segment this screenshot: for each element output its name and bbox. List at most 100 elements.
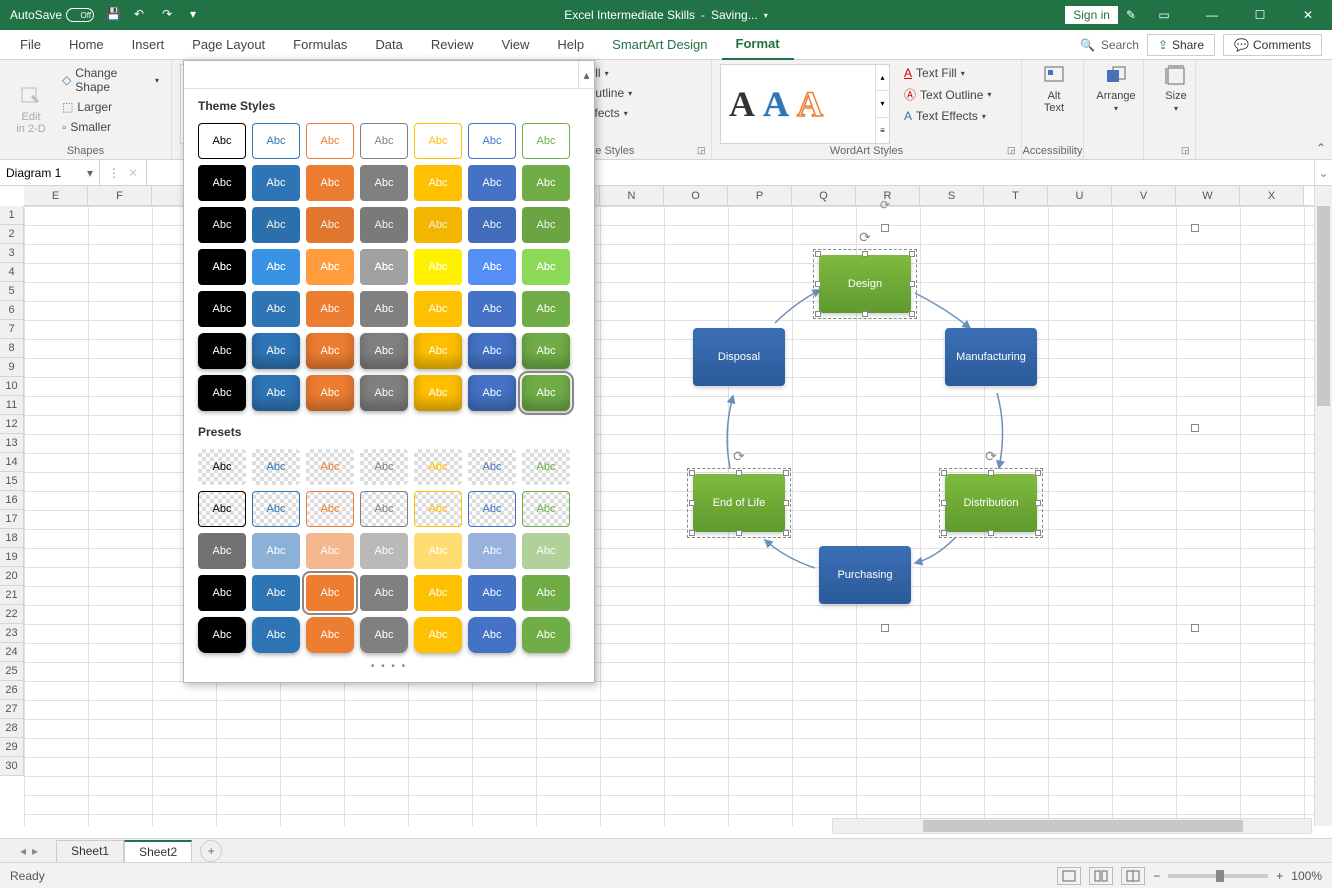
theme-style-swatch[interactable]: Abc: [522, 333, 570, 369]
preset-style-swatch[interactable]: Abc: [360, 617, 408, 653]
theme-style-swatch[interactable]: Abc: [198, 333, 246, 369]
save-icon[interactable]: 💾: [106, 7, 122, 23]
row-header[interactable]: 2: [0, 225, 24, 244]
zoom-out-button[interactable]: −: [1153, 869, 1160, 883]
zoom-in-button[interactable]: +: [1276, 869, 1283, 883]
theme-style-swatch[interactable]: Abc: [198, 375, 246, 411]
row-header[interactable]: 16: [0, 491, 24, 510]
theme-style-swatch[interactable]: Abc: [414, 207, 462, 243]
resize-handle[interactable]: [881, 224, 889, 232]
alt-text-button[interactable]: Alt Text: [1030, 64, 1078, 114]
node-resize-handle[interactable]: [815, 311, 821, 317]
theme-style-swatch[interactable]: Abc: [306, 291, 354, 327]
wordart-sample-2[interactable]: A: [763, 83, 789, 125]
row-header[interactable]: 7: [0, 320, 24, 339]
preset-style-swatch[interactable]: Abc: [306, 491, 354, 527]
theme-style-swatch[interactable]: Abc: [360, 333, 408, 369]
column-header[interactable]: N: [600, 186, 664, 205]
gallery-resize-grip[interactable]: • • • •: [184, 657, 594, 672]
preset-style-swatch[interactable]: Abc: [252, 491, 300, 527]
theme-style-swatch[interactable]: Abc: [414, 165, 462, 201]
column-header[interactable]: X: [1240, 186, 1304, 205]
theme-style-swatch[interactable]: Abc: [252, 123, 300, 159]
row-header[interactable]: 8: [0, 339, 24, 358]
comments-button[interactable]: 💬 Comments: [1223, 34, 1322, 56]
tab-format[interactable]: Format: [722, 30, 794, 60]
preset-style-swatch[interactable]: Abc: [468, 449, 516, 485]
row-header[interactable]: 21: [0, 586, 24, 605]
row-header[interactable]: 27: [0, 700, 24, 719]
node-rotate-handle-icon[interactable]: ⟳: [733, 448, 745, 465]
name-box-input[interactable]: [6, 166, 76, 180]
smartart-node-distribution[interactable]: Distribution⟳: [945, 474, 1037, 532]
cancel-formula-icon[interactable]: ✕: [128, 166, 138, 180]
theme-style-swatch[interactable]: Abc: [198, 207, 246, 243]
resize-handle[interactable]: [881, 624, 889, 632]
preset-style-swatch[interactable]: Abc: [360, 491, 408, 527]
resize-handle[interactable]: [1191, 424, 1199, 432]
preset-style-swatch[interactable]: Abc: [468, 617, 516, 653]
collapse-ribbon-button[interactable]: ⌃: [1316, 141, 1326, 155]
theme-style-swatch[interactable]: Abc: [522, 375, 570, 411]
row-header[interactable]: 6: [0, 301, 24, 320]
add-sheet-button[interactable]: +: [200, 840, 222, 862]
sheet-nav-next-icon[interactable]: ▸: [32, 844, 38, 858]
node-resize-handle[interactable]: [909, 311, 915, 317]
preset-style-swatch[interactable]: Abc: [360, 533, 408, 569]
theme-style-swatch[interactable]: Abc: [306, 333, 354, 369]
theme-style-swatch[interactable]: Abc: [360, 207, 408, 243]
preset-style-swatch[interactable]: Abc: [522, 533, 570, 569]
preset-style-swatch[interactable]: Abc: [414, 575, 462, 611]
theme-style-swatch[interactable]: Abc: [306, 165, 354, 201]
smaller-button[interactable]: ▫Smaller: [58, 118, 163, 136]
tab-data[interactable]: Data: [361, 30, 416, 60]
wordart-gallery[interactable]: A A A ▴ ▾ ≡: [720, 64, 890, 144]
row-header[interactable]: 13: [0, 434, 24, 453]
theme-style-swatch[interactable]: Abc: [360, 123, 408, 159]
preset-style-swatch[interactable]: Abc: [360, 575, 408, 611]
preset-style-swatch[interactable]: Abc: [522, 575, 570, 611]
node-resize-handle[interactable]: [689, 500, 695, 506]
theme-style-swatch[interactable]: Abc: [414, 249, 462, 285]
preset-style-swatch[interactable]: Abc: [414, 533, 462, 569]
node-resize-handle[interactable]: [783, 500, 789, 506]
wordart-sample-1[interactable]: A: [729, 83, 755, 125]
preset-style-swatch[interactable]: Abc: [468, 575, 516, 611]
theme-style-swatch[interactable]: Abc: [198, 165, 246, 201]
minimize-button[interactable]: —: [1192, 0, 1232, 30]
theme-style-swatch[interactable]: Abc: [522, 291, 570, 327]
preset-style-swatch[interactable]: Abc: [414, 449, 462, 485]
theme-style-swatch[interactable]: Abc: [252, 165, 300, 201]
column-header[interactable]: V: [1112, 186, 1176, 205]
node-resize-handle[interactable]: [815, 251, 821, 257]
node-resize-handle[interactable]: [941, 530, 947, 536]
row-header[interactable]: 18: [0, 529, 24, 548]
theme-style-swatch[interactable]: Abc: [468, 207, 516, 243]
theme-style-swatch[interactable]: Abc: [468, 333, 516, 369]
column-header[interactable]: E: [24, 186, 88, 205]
theme-style-swatch[interactable]: Abc: [522, 249, 570, 285]
scrollbar-thumb[interactable]: [1317, 206, 1330, 406]
node-rotate-handle-icon[interactable]: ⟳: [859, 229, 871, 246]
preset-style-swatch[interactable]: Abc: [252, 533, 300, 569]
theme-style-swatch[interactable]: Abc: [198, 249, 246, 285]
column-header[interactable]: O: [664, 186, 728, 205]
dialog-launcher-icon[interactable]: ◲: [1181, 145, 1193, 157]
close-button[interactable]: ✕: [1288, 0, 1328, 30]
node-resize-handle[interactable]: [736, 470, 742, 476]
row-header[interactable]: 9: [0, 358, 24, 377]
preset-style-swatch[interactable]: Abc: [198, 449, 246, 485]
column-header[interactable]: W: [1176, 186, 1240, 205]
theme-style-swatch[interactable]: Abc: [252, 375, 300, 411]
maximize-button[interactable]: ☐: [1240, 0, 1280, 30]
preset-style-swatch[interactable]: Abc: [306, 533, 354, 569]
tab-page-layout[interactable]: Page Layout: [178, 30, 279, 60]
row-header[interactable]: 28: [0, 719, 24, 738]
change-shape-button[interactable]: ◇Change Shape ▾: [58, 64, 163, 96]
toggle-switch[interactable]: Off: [66, 8, 94, 22]
column-header[interactable]: Q: [792, 186, 856, 205]
row-header[interactable]: 29: [0, 738, 24, 757]
node-resize-handle[interactable]: [783, 530, 789, 536]
node-resize-handle[interactable]: [736, 530, 742, 536]
theme-style-swatch[interactable]: Abc: [414, 375, 462, 411]
